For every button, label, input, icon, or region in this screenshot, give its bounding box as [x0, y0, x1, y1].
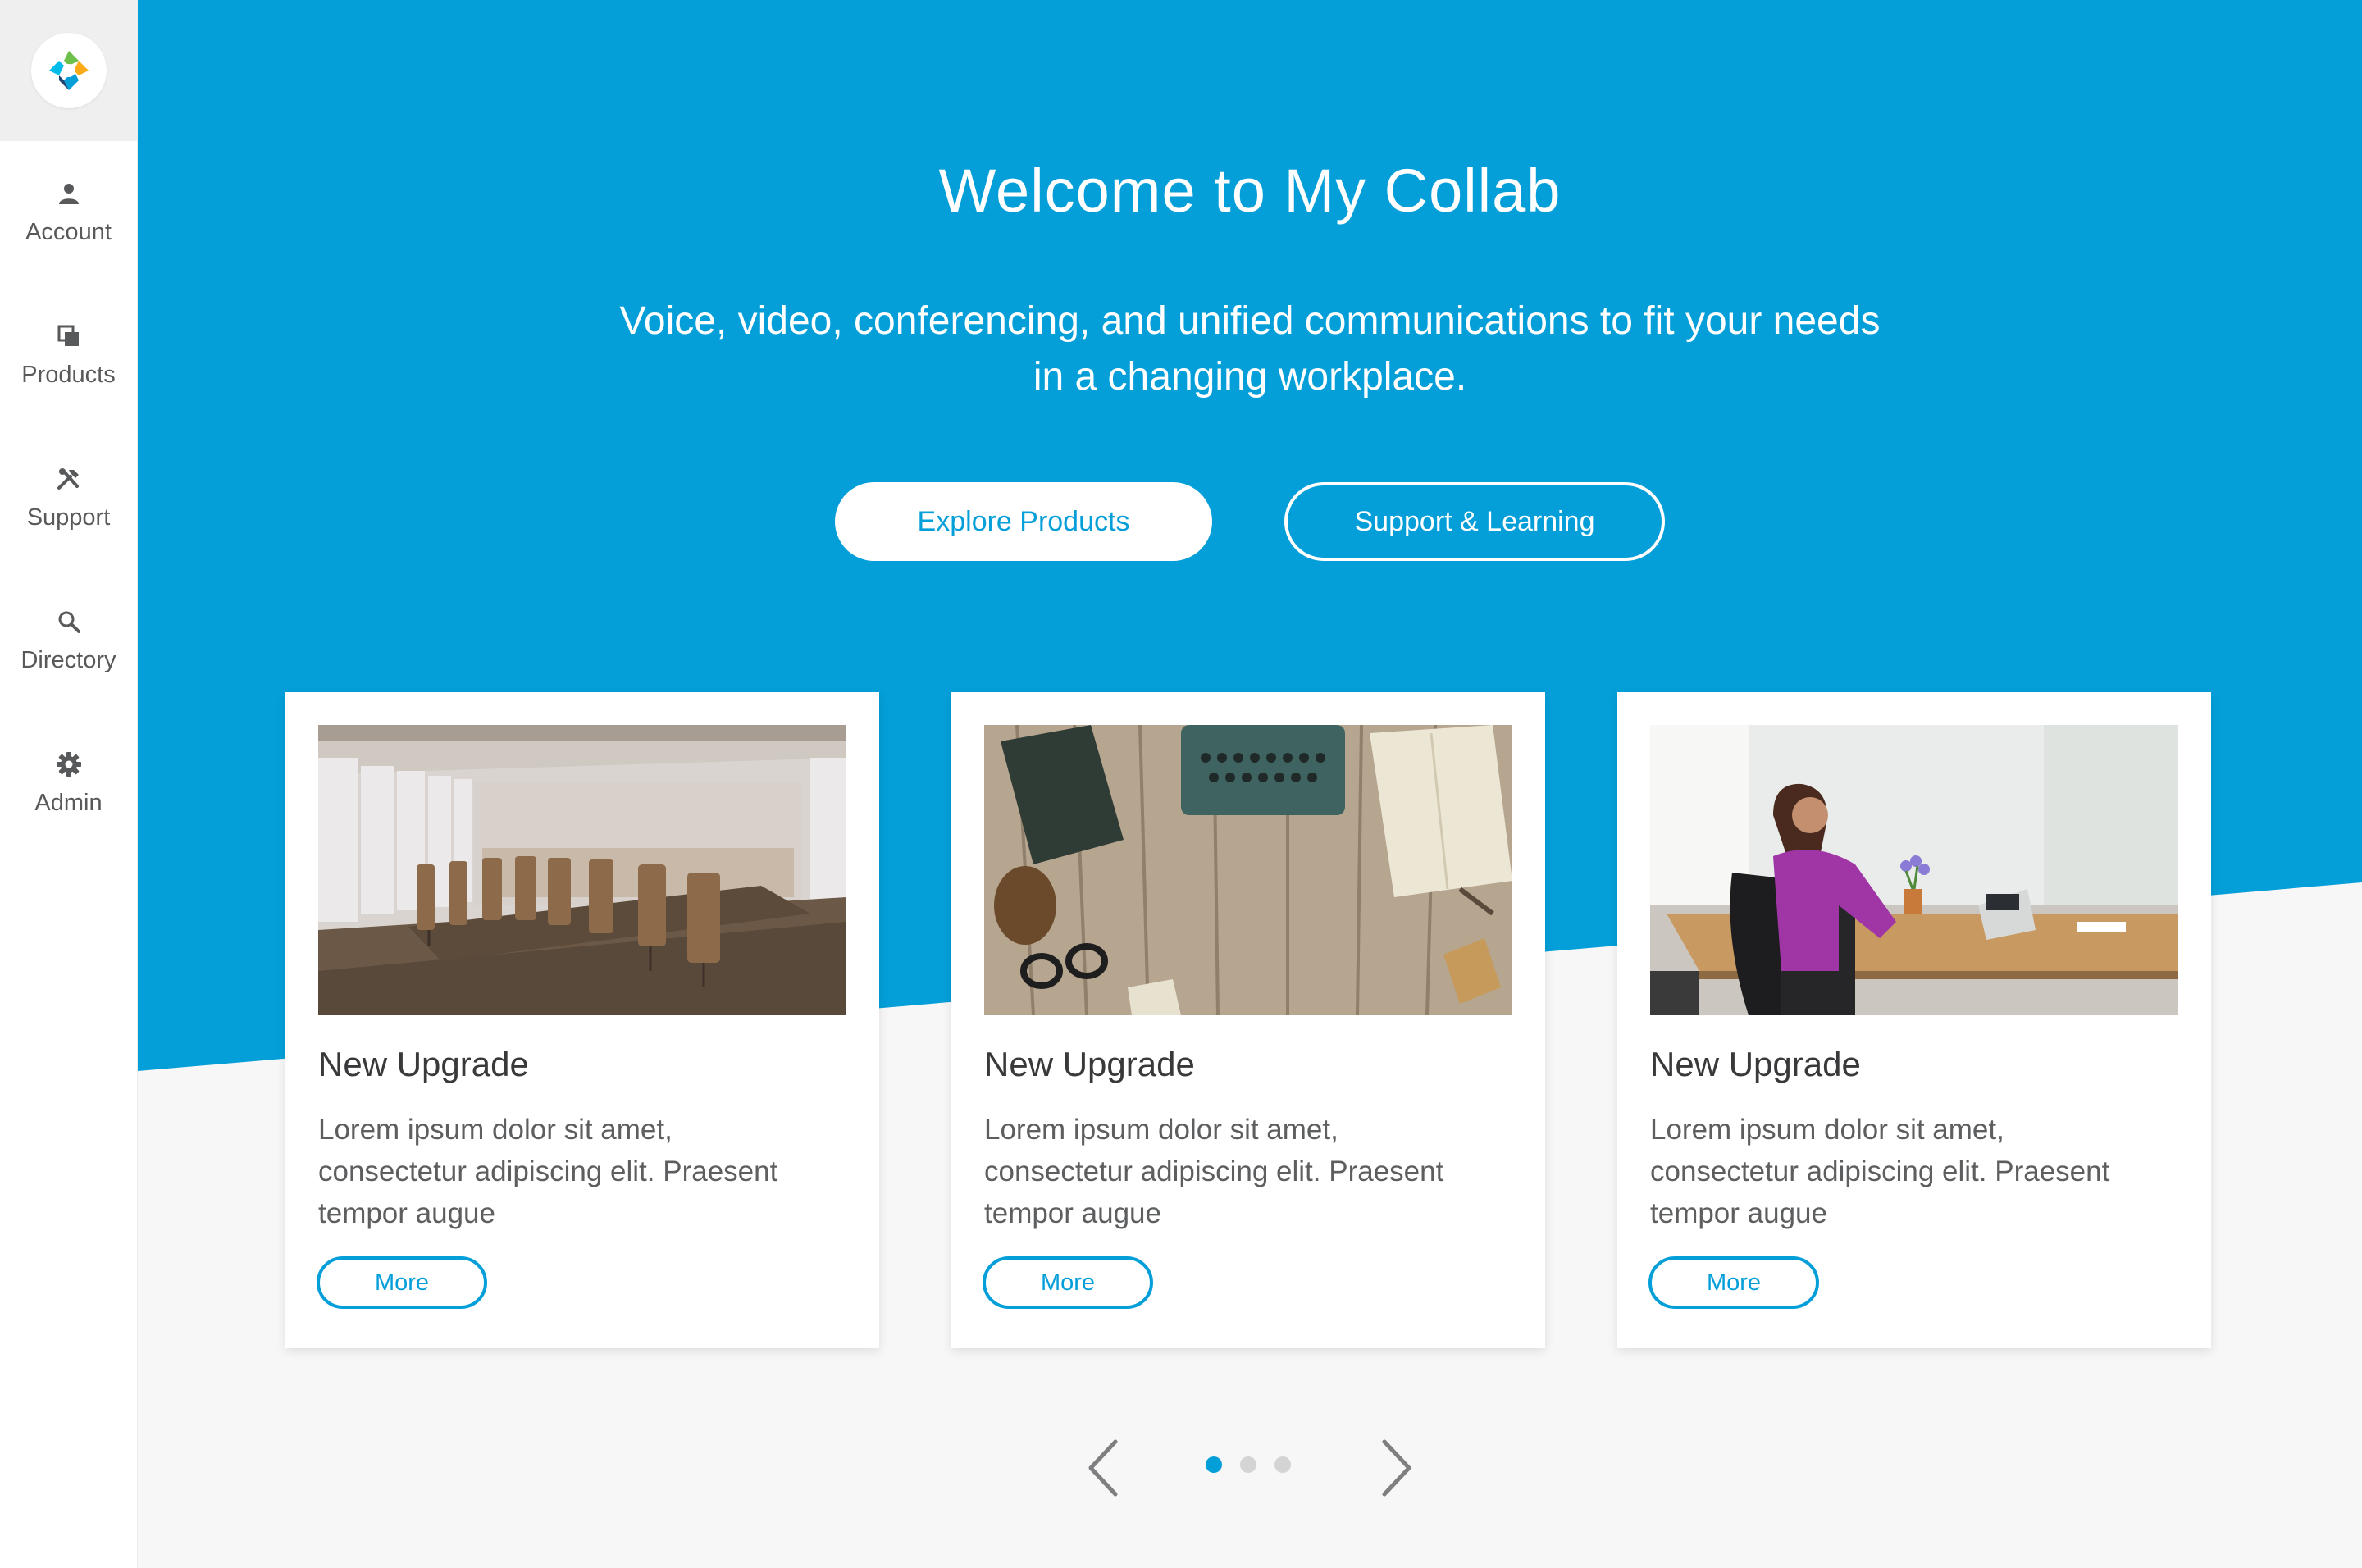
card-title: New Upgrade: [984, 1045, 1195, 1083]
more-button[interactable]: More: [317, 1256, 487, 1309]
search-icon: [55, 608, 83, 636]
typewriter-desk-photo: [984, 725, 1512, 1015]
chevron-left-icon: [1088, 1439, 1118, 1497]
carousel-dot-active[interactable]: [1206, 1456, 1222, 1473]
sidebar-item-products[interactable]: Products: [0, 284, 137, 426]
carousel-dot[interactable]: [1240, 1456, 1256, 1473]
app-logo[interactable]: [30, 33, 107, 108]
sidebar: Account Products Support Directory Admin: [0, 0, 138, 1568]
upgrade-card: New Upgrade Lorem ipsum dolor sit amet, …: [1617, 692, 2211, 1348]
upgrade-card: New Upgrade Lorem ipsum dolor sit amet, …: [951, 692, 1545, 1348]
sidebar-item-label: Account: [25, 218, 112, 245]
more-button[interactable]: More: [983, 1256, 1153, 1309]
card-description: Lorem ipsum dolor sit amet, consectetur …: [318, 1114, 778, 1229]
woman-at-desk-phone-photo: [1650, 725, 2178, 1015]
sidebar-item-account[interactable]: Account: [0, 141, 137, 284]
chevron-right-icon: [1382, 1439, 1411, 1497]
card-title: New Upgrade: [1650, 1045, 1861, 1083]
sidebar-item-support[interactable]: Support: [0, 426, 137, 569]
support-learning-button[interactable]: Support & Learning: [1284, 482, 1665, 561]
hero-subtitle: Voice, video, conferencing, and unified …: [138, 294, 2362, 405]
more-button[interactable]: More: [1648, 1256, 1819, 1309]
products-icon: [55, 322, 83, 350]
logo-icon: [48, 51, 89, 90]
explore-products-button[interactable]: Explore Products: [835, 482, 1212, 561]
user-icon: [55, 180, 83, 207]
carousel-next-button[interactable]: [1376, 1438, 1417, 1497]
logo-area: [0, 0, 137, 141]
carousel-prev-button[interactable]: [1083, 1438, 1124, 1497]
sidebar-item-label: Support: [26, 504, 111, 531]
main-content: Welcome to My Collab Voice, video, confe…: [138, 0, 2362, 1568]
conference-room-photo: [318, 725, 846, 1015]
sidebar-item-directory[interactable]: Directory: [0, 569, 137, 712]
sidebar-item-label: Products: [21, 361, 116, 388]
hero-subtitle-line: Voice, video, conferencing, and unified …: [619, 299, 1881, 343]
tools-icon: [55, 465, 83, 493]
card-description: Lorem ipsum dolor sit amet, consectetur …: [984, 1114, 1444, 1229]
sidebar-item-label: Directory: [21, 646, 116, 673]
card-title: New Upgrade: [318, 1045, 529, 1083]
carousel-dot[interactable]: [1274, 1456, 1291, 1473]
hero-subtitle-line: in a changing workplace.: [1033, 355, 1467, 399]
page-title: Welcome to My Collab: [938, 157, 1562, 225]
sidebar-item-admin[interactable]: Admin: [0, 712, 137, 855]
gear-icon: [55, 750, 83, 778]
upgrade-card: New Upgrade Lorem ipsum dolor sit amet, …: [285, 692, 879, 1348]
sidebar-item-label: Admin: [34, 789, 103, 816]
card-description: Lorem ipsum dolor sit amet, consectetur …: [1650, 1114, 2110, 1229]
